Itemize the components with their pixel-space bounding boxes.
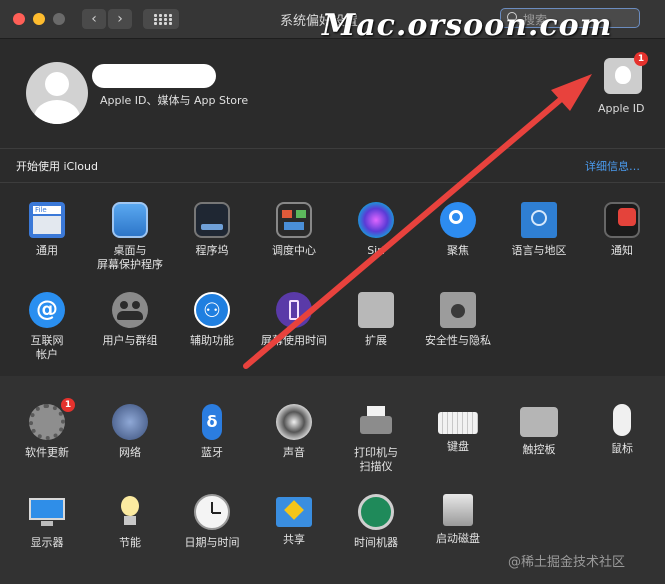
footer-credit: @稀土掘金技术社区 <box>508 555 626 570</box>
annotation-arrow <box>243 74 592 369</box>
